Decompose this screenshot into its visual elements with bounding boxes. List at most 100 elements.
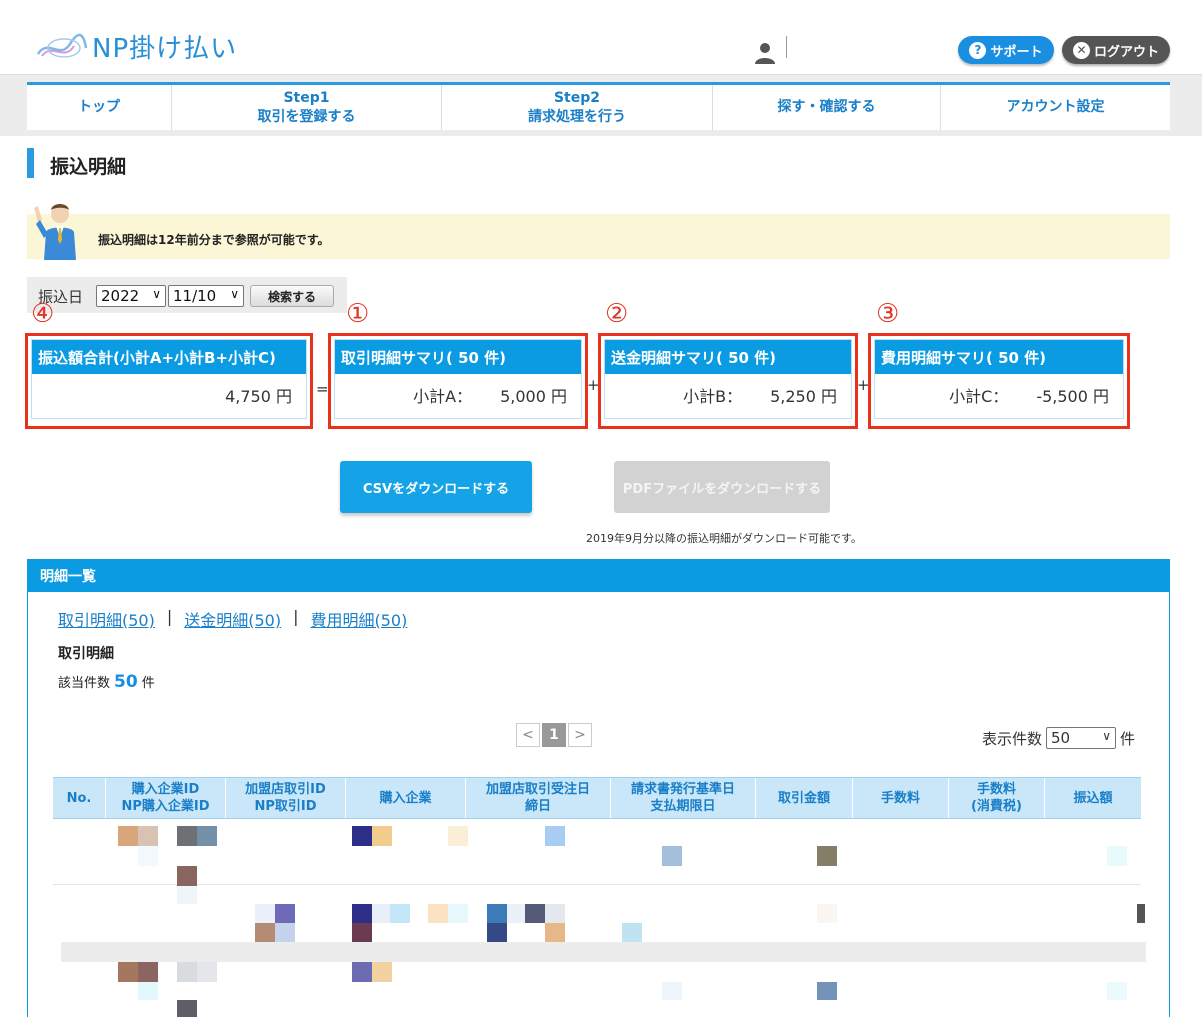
prev-page-button[interactable]: < <box>516 723 540 747</box>
nav-sublabel: 請求処理を行う <box>528 108 626 125</box>
result-count: 該当件数 50 件 <box>58 672 155 692</box>
nav-label: Step1 <box>283 89 330 106</box>
nav-item-step1[interactable]: Step1 取引を登録する <box>172 85 442 130</box>
tab-separator: | <box>166 607 173 626</box>
card-body: 小計A： 5,000 円 <box>335 374 581 416</box>
column-header[interactable]: 購入企業ID NP購入企業ID <box>106 778 226 818</box>
card-body: 小計C： -5,500 円 <box>875 374 1123 416</box>
subtotal-label: 小計B： <box>683 387 743 406</box>
header-label: 締日 <box>524 799 551 814</box>
nav-label: アカウント設定 <box>1006 99 1105 115</box>
header-label: 請求書発行基準日 <box>630 782 735 797</box>
column-header[interactable]: 手数料 (消費税) <box>949 778 1045 818</box>
year-select[interactable]: 2022 ∨ <box>96 285 166 307</box>
header-label: 取引金額 <box>777 790 830 806</box>
total-card: 振込額合計(小計A+小計B+小計C) 4,750 円 <box>31 339 307 419</box>
header-label: 手数料 <box>976 782 1016 797</box>
total-value: 4,750 円 <box>225 387 292 406</box>
header-label: 手数料 <box>880 790 920 806</box>
column-header[interactable]: 加盟店取引ID NP取引ID <box>226 778 346 818</box>
subtotal-value: 5,000 円 <box>500 387 567 406</box>
nav-item-account[interactable]: アカウント設定 <box>941 85 1170 130</box>
per-page-unit: 件 <box>1120 729 1136 748</box>
user-icon <box>755 43 775 64</box>
per-page-label: 表示件数 <box>982 729 1043 748</box>
logout-button[interactable]: ✕ ログアウト <box>1062 36 1170 64</box>
next-page-button[interactable]: > <box>568 723 592 747</box>
header-label: 加盟店取引ID <box>245 782 326 797</box>
csv-download-button[interactable]: CSVをダウンロードする <box>340 461 532 513</box>
total-card-body: 4,750 円 <box>32 374 306 416</box>
search-button[interactable]: 検索する <box>250 285 334 307</box>
marker-4: ④ <box>31 299 55 329</box>
chevron-down-icon: ∨ <box>230 287 239 301</box>
column-header[interactable]: 振込額 <box>1045 778 1141 818</box>
per-page-select[interactable]: 50 ∨ <box>1046 727 1117 749</box>
download-note: 2019年9月分以降の振込明細がダウンロード可能です。 <box>586 532 862 545</box>
nav-item-search[interactable]: 探す・確認する <box>713 85 941 130</box>
table-row <box>61 942 1146 962</box>
card-title: 費用明細サマリ( 50 件) <box>875 340 1123 374</box>
notice-text: 振込明細は12年前分まで参照が可能です。 <box>98 233 330 247</box>
staff-illustration-icon <box>34 204 76 260</box>
subtotal-label: 小計A： <box>413 387 473 406</box>
column-header[interactable]: 購入企業 <box>346 778 466 818</box>
column-header[interactable]: 手数料 <box>853 778 949 818</box>
support-button[interactable]: ? サポート <box>958 36 1054 64</box>
date-value: 11/10 <box>173 287 217 305</box>
card-title: 取引明細サマリ( 50 件) <box>335 340 581 374</box>
support-label: サポート <box>990 44 1043 60</box>
total-card-title: 振込額合計(小計A+小計B+小計C) <box>32 340 306 374</box>
title-accent-bar <box>27 148 34 178</box>
header-label: 加盟店取引受注日 <box>485 782 590 797</box>
count-label: 該当件数 <box>58 676 111 691</box>
chevron-down-icon: ∨ <box>1102 729 1112 743</box>
nav-item-step2[interactable]: Step2 請求処理を行う <box>442 85 713 130</box>
help-icon: ? <box>969 41 987 59</box>
header-label: 購入企業 <box>379 790 432 806</box>
date-select[interactable]: 11/10 ∨ <box>168 285 244 307</box>
marker-1: ① <box>346 299 370 329</box>
nav-item-top[interactable]: トップ <box>27 85 172 130</box>
nav-label: Step2 <box>553 89 601 106</box>
column-header[interactable]: 請求書発行基準日 支払期限日 <box>611 778 756 818</box>
tab-transaction-details[interactable]: 取引明細(50) <box>58 607 155 631</box>
per-page-control: 表示件数 50 ∨ 件 <box>982 727 1135 749</box>
current-page[interactable]: 1 <box>542 723 566 747</box>
np-logo[interactable]: NP掛け払い <box>34 28 237 65</box>
header-label: NP取引ID <box>254 799 317 814</box>
card-title: 送金明細サマリ( 50 件) <box>605 340 851 374</box>
remittance-summary-card: 送金明細サマリ( 50 件) 小計B： 5,250 円 <box>604 339 852 419</box>
subtotal-label: 小計C： <box>949 387 1009 406</box>
pdf-download-button[interactable]: PDFファイルをダウンロードする <box>614 461 830 513</box>
header-label: NP購入企業ID <box>121 799 210 814</box>
column-header[interactable]: No. <box>53 778 106 818</box>
year-value: 2022 <box>101 287 140 305</box>
header-label: 支払期限日 <box>650 799 716 814</box>
nav-label: 探す・確認する <box>777 99 876 115</box>
column-header[interactable]: 加盟店取引受注日 締日 <box>466 778 611 818</box>
nav-label: トップ <box>78 99 120 115</box>
page-title: 振込明細 <box>50 156 127 178</box>
marker-2: ② <box>605 299 629 329</box>
header-label: No. <box>66 790 92 806</box>
tab-expense-details[interactable]: 費用明細(50) <box>311 607 408 631</box>
logo-text: NP掛け払い <box>92 34 238 64</box>
expense-summary-card: 費用明細サマリ( 50 件) 小計C： -5,500 円 <box>874 339 1124 419</box>
close-icon: ✕ <box>1072 41 1090 59</box>
logout-label: ログアウト <box>1093 44 1159 60</box>
user-name-redacted <box>786 36 787 58</box>
card-body: 小計B： 5,250 円 <box>605 374 851 416</box>
tab-remittance-details[interactable]: 送金明細(50) <box>184 607 281 631</box>
tab-separator: | <box>293 607 299 626</box>
logo-wave-icon <box>36 33 88 58</box>
header-label: 購入企業ID <box>131 782 200 797</box>
column-header[interactable]: 取引金額 <box>756 778 853 818</box>
header-label: (消費税) <box>971 799 1022 814</box>
header: NP掛け払い ? サポート ✕ ログアウト <box>0 0 1202 74</box>
table-row-divider <box>53 884 1141 885</box>
panel-title: 明細一覧 <box>28 560 1169 592</box>
section-title: 取引明細 <box>58 646 114 662</box>
subtotal-value: 5,250 円 <box>770 387 837 406</box>
count-value: 50 <box>114 672 138 692</box>
